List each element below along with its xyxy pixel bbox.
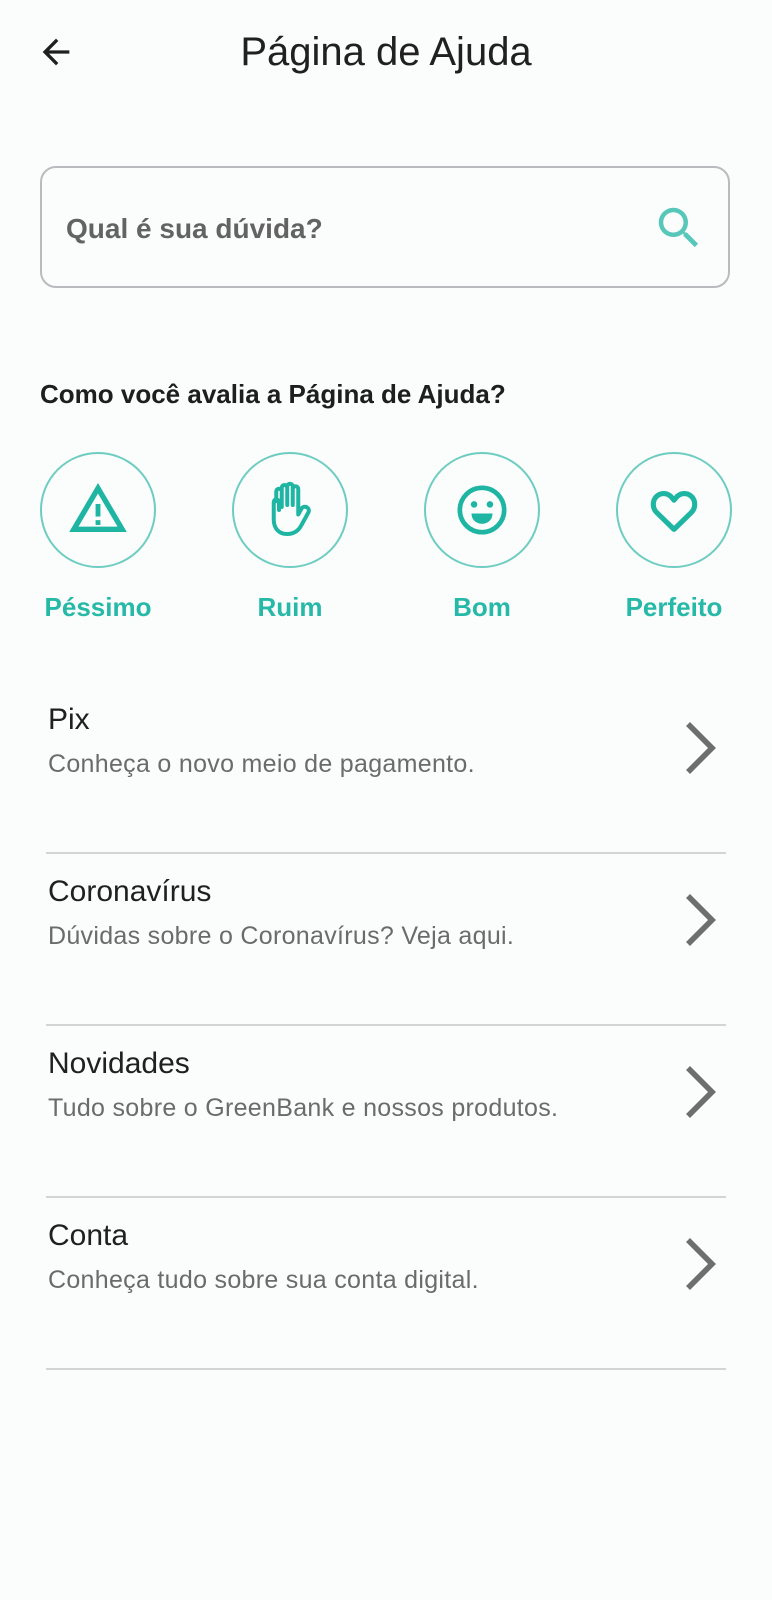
rating-option-bom[interactable]: Bom	[412, 452, 552, 632]
heart-icon	[650, 491, 698, 532]
chevron-right-icon	[686, 722, 716, 774]
help-topic-coronavirus[interactable]: Coronavírus Dúvidas sobre o Coronavírus?…	[46, 854, 726, 1026]
help-topic-pix[interactable]: Pix Conheça o novo meio de pagamento.	[46, 682, 726, 854]
help-topic-list: Pix Conheça o novo meio de pagamento. Co…	[46, 682, 726, 1370]
help-topic-title: Conta	[48, 1219, 129, 1252]
rating-circle	[424, 452, 540, 568]
hand-stop-icon	[271, 481, 311, 536]
search-input[interactable]	[64, 198, 628, 260]
help-topic-subtitle: Tudo sobre o GreenBank e nossos produtos…	[48, 1094, 559, 1122]
rating-circle	[40, 452, 156, 568]
chevron-right-icon	[686, 1066, 716, 1118]
chevron-right-icon	[686, 894, 716, 946]
warning-triangle-icon	[69, 483, 127, 532]
rating-option-perfeito[interactable]: Perfeito	[604, 452, 744, 632]
rating-label: Péssimo	[44, 592, 152, 622]
page-title: Página de Ajuda	[240, 30, 532, 74]
rating-option-pessimo[interactable]: Péssimo	[28, 452, 168, 632]
help-topic-title: Novidades	[48, 1047, 190, 1080]
help-topic-title: Pix	[48, 703, 90, 736]
rating-label: Ruim	[257, 592, 323, 622]
help-topic-subtitle: Conheça tudo sobre sua conta digital.	[48, 1266, 479, 1294]
search-box[interactable]	[40, 166, 730, 288]
rating-question: Como você avalia a Página de Ajuda?	[40, 379, 506, 409]
rating-circle	[232, 452, 348, 568]
app-bar: Página de Ajuda	[0, 0, 772, 100]
smiley-face-icon	[457, 485, 507, 535]
help-topic-novidades[interactable]: Novidades Tudo sobre o GreenBank e nosso…	[46, 1026, 726, 1198]
rating-option-ruim[interactable]: Ruim	[220, 452, 360, 632]
help-topic-subtitle: Conheça o novo meio de pagamento.	[48, 750, 475, 778]
chevron-right-icon	[686, 1238, 716, 1290]
help-topic-conta[interactable]: Conta Conheça tudo sobre sua conta digit…	[46, 1198, 726, 1370]
rating-label: Bom	[453, 592, 511, 622]
rating-label: Perfeito	[625, 592, 723, 622]
rating-circle	[616, 452, 732, 568]
search-icon[interactable]	[652, 201, 706, 255]
help-topic-title: Coronavírus	[48, 875, 212, 908]
help-topic-subtitle: Dúvidas sobre o Coronavírus? Veja aqui.	[48, 922, 515, 950]
